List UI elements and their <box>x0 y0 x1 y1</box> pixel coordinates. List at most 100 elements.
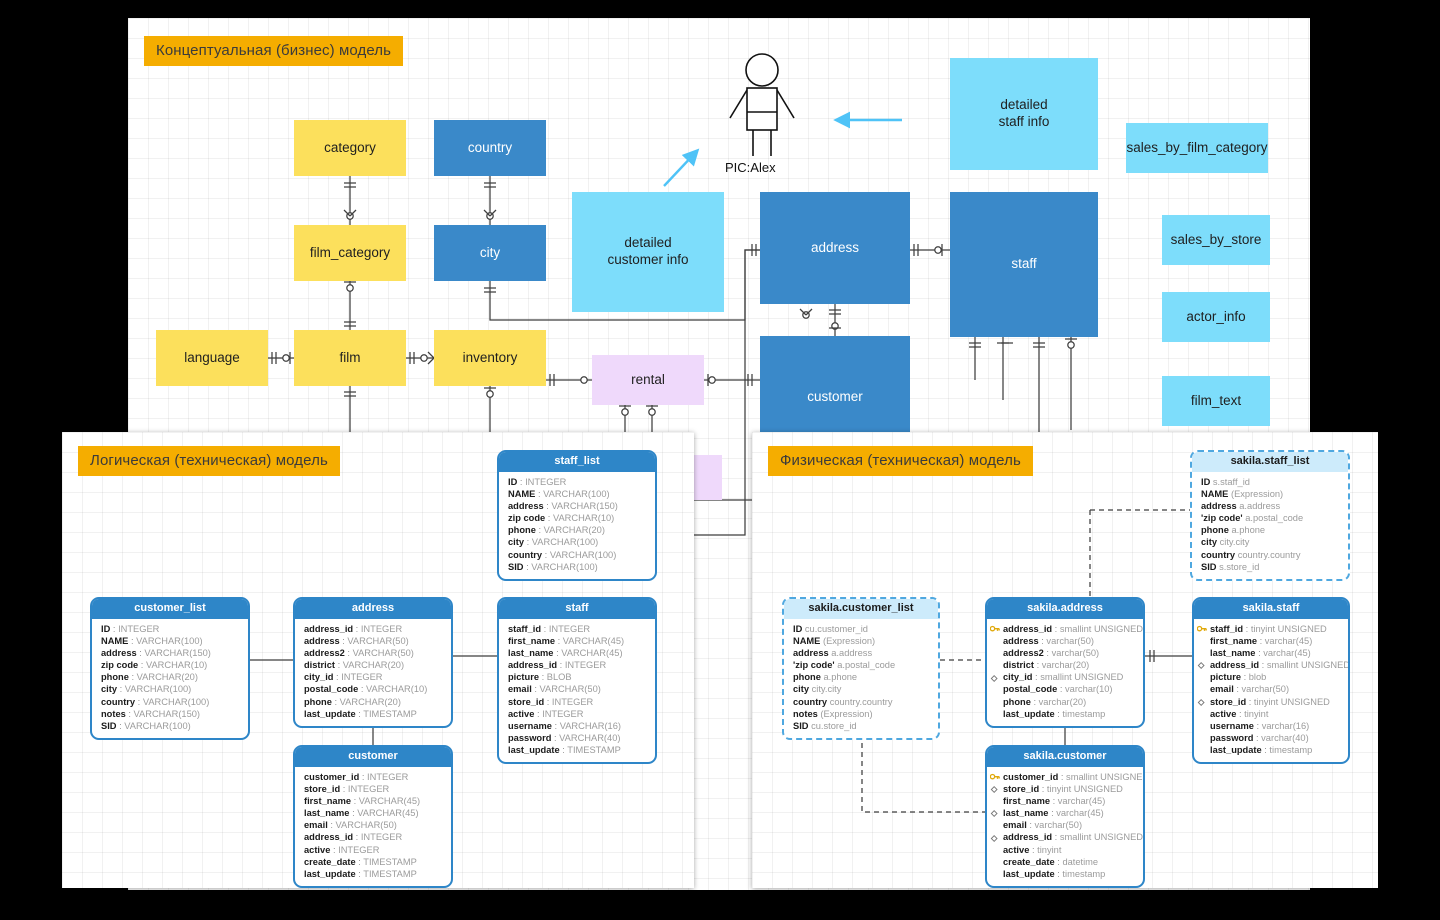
er-column-type: varchar(20) <box>1041 660 1090 671</box>
actor-label: PIC:Alex <box>725 160 776 175</box>
primary-key-icon <box>990 774 1000 780</box>
er-column-type: (Expression) <box>822 636 876 647</box>
er-table-sakila_staff_list[interactable]: sakila.staff_list ID s.staff_id NAME (Expr… <box>1190 450 1350 581</box>
entity-category[interactable]: category <box>294 120 406 176</box>
foreign-key-icon <box>1197 698 1205 706</box>
er-column-separator: : <box>1259 660 1267 671</box>
er-column-name: password <box>1210 732 1254 743</box>
er-column-row: email : varchar(50) <box>1196 683 1341 695</box>
er-column-type: TIMESTAMP <box>363 708 417 719</box>
er-table-sakila_customer_list[interactable]: sakila.customer_list ID cu.customer_id NAM… <box>782 597 940 740</box>
er-column-separator: : <box>1039 784 1047 795</box>
er-column-row: district : VARCHAR(20) <box>304 659 444 671</box>
er-column-name: password <box>508 732 552 743</box>
er-column-name: store_id <box>508 696 545 707</box>
er-column-separator: : <box>128 672 137 683</box>
er-column-row: picture : BLOB <box>508 671 648 683</box>
er-table-staff_list[interactable]: staff_list ID : INTEGER NAME : VARCHAR(100… <box>497 450 657 581</box>
er-column-name: first_name <box>1210 636 1258 647</box>
entity-language[interactable]: language <box>156 330 268 386</box>
er-column-row: create_date : TIMESTAMP <box>304 856 444 868</box>
er-column-name: city <box>1201 537 1218 548</box>
er-column-row: address2 : varchar(50) <box>989 647 1136 659</box>
er-column-separator: : <box>535 489 544 500</box>
er-column-type: varchar(50) <box>1051 648 1100 659</box>
entity-inventory[interactable]: inventory <box>434 330 546 386</box>
er-column-name: active <box>1210 708 1237 719</box>
er-table-sakila_customer[interactable]: sakila.customer customer_id : smallint UN… <box>985 745 1145 888</box>
entity-country[interactable]: country <box>434 120 546 176</box>
er-column-row: password : VARCHAR(40) <box>508 732 648 744</box>
er-column-type: timestamp <box>1269 744 1313 755</box>
er-column-type: VARCHAR(10) <box>552 513 615 524</box>
er-column-type: smallint UNSIGNED <box>1266 660 1350 671</box>
er-column-name: store_id <box>1210 696 1247 707</box>
er-column-name: store_id <box>1003 784 1040 795</box>
er-column-type: varchar(16) <box>1261 720 1310 731</box>
er-column-name: country <box>508 549 543 560</box>
er-column-row: NAME (Expression) <box>1201 488 1341 500</box>
er-column-separator: : <box>555 636 563 647</box>
er-column-name: address_id <box>1210 660 1260 671</box>
er-table-columns: customer_id : smallint UNSIGNED store_id … <box>987 767 1143 886</box>
er-column-row: staff_id : tinyint UNSIGNED <box>1196 623 1341 635</box>
er-table-sakila_address[interactable]: sakila.address address_id : smallint UNSI… <box>985 597 1145 728</box>
er-column-separator: : <box>335 660 343 671</box>
entity-rental[interactable]: rental <box>592 355 704 405</box>
er-column-row: address_id : smallint UNSIGNED <box>1196 659 1348 671</box>
er-column-row: last_update : TIMESTAMP <box>304 868 444 880</box>
er-table-address[interactable]: address address_id : INTEGER address : VAR… <box>293 597 453 728</box>
er-column-type: VARCHAR(10) <box>145 660 208 671</box>
logical-model-title: Логическая (техническая) модель <box>78 446 340 476</box>
er-column-name: country <box>793 696 828 707</box>
er-column-type: VARCHAR(50) <box>347 636 409 647</box>
er-table-columns: ID cu.customer_id NAME (Expression) addres… <box>784 619 938 738</box>
er-column-name: phone <box>1201 525 1229 536</box>
er-column-name: SID <box>1201 561 1217 572</box>
entity-film[interactable]: film <box>294 330 406 386</box>
entity-city[interactable]: city <box>434 225 546 281</box>
er-column-row: address2 : VARCHAR(50) <box>304 647 444 659</box>
entity-actor_info[interactable]: actor_info <box>1162 292 1270 342</box>
er-table-columns: ID : INTEGER NAME : VARCHAR(100) address :… <box>499 472 655 579</box>
er-column-separator: : <box>125 708 134 719</box>
er-column-type: varchar(50) <box>1241 684 1290 695</box>
er-column-type: TIMESTAMP <box>363 868 417 879</box>
primary-key-icon <box>990 626 1000 632</box>
entity-sales_by_film_category[interactable]: sales_by_film_category <box>1126 123 1268 173</box>
er-column-name: customer_id <box>304 772 360 782</box>
er-column-name: phone <box>508 525 536 536</box>
er-column-separator: : <box>1246 696 1254 707</box>
er-table-columns: ID s.staff_id NAME (Expression) address a.… <box>1192 472 1348 579</box>
er-column-separator: : <box>524 537 532 548</box>
er-column-name: ID <box>793 624 803 634</box>
er-column-row: phone : VARCHAR(20) <box>101 671 241 683</box>
entity-film_text[interactable]: film_text <box>1162 376 1270 426</box>
er-table-header: staff <box>499 599 655 619</box>
er-column-row: create_date : datetime <box>989 856 1136 868</box>
entity-staff[interactable]: staff <box>950 192 1098 337</box>
er-table-columns: staff_id : INTEGER first_name : VARCHAR(4… <box>499 619 655 762</box>
entity-film_category[interactable]: film_category <box>294 225 406 281</box>
er-column-row: last_name : varchar(45) <box>1196 647 1341 659</box>
er-table-staff[interactable]: staff staff_id : INTEGER first_name : VARC… <box>497 597 657 765</box>
entity-payment_hidden[interactable] <box>690 455 722 500</box>
er-column-type: cu.customer_id <box>804 624 868 634</box>
er-column-separator: : <box>1241 672 1249 683</box>
er-table-sakila_staff[interactable]: sakila.staff staff_id : tinyint UNSIGNED f… <box>1192 597 1350 765</box>
er-table-customer_list[interactable]: customer_list ID : INTEGER NAME : VARCHAR(… <box>90 597 250 740</box>
er-column-type: VARCHAR(50) <box>335 820 397 831</box>
entity-detailed_customer_info[interactable]: detailed customer info <box>572 192 724 312</box>
entity-address[interactable]: address <box>760 192 910 304</box>
er-column-row: customer_id : smallint UNSIGNED <box>989 771 1143 783</box>
er-column-row: first_name : varchar(45) <box>1196 635 1341 647</box>
er-column-name: create_date <box>1003 856 1055 867</box>
er-column-type: varchar(45) <box>1057 796 1106 807</box>
er-table-customer[interactable]: customer customer_id : INTEGER store_id : … <box>293 745 453 888</box>
er-column-separator: : <box>1050 796 1058 807</box>
foreign-key-icon <box>990 810 998 818</box>
er-column-separator: : <box>359 772 368 782</box>
er-column-row: zip code : VARCHAR(10) <box>101 659 241 671</box>
entity-detailed_staff_info[interactable]: detailed staff info <box>950 58 1098 170</box>
entity-sales_by_store[interactable]: sales_by_store <box>1162 215 1270 265</box>
